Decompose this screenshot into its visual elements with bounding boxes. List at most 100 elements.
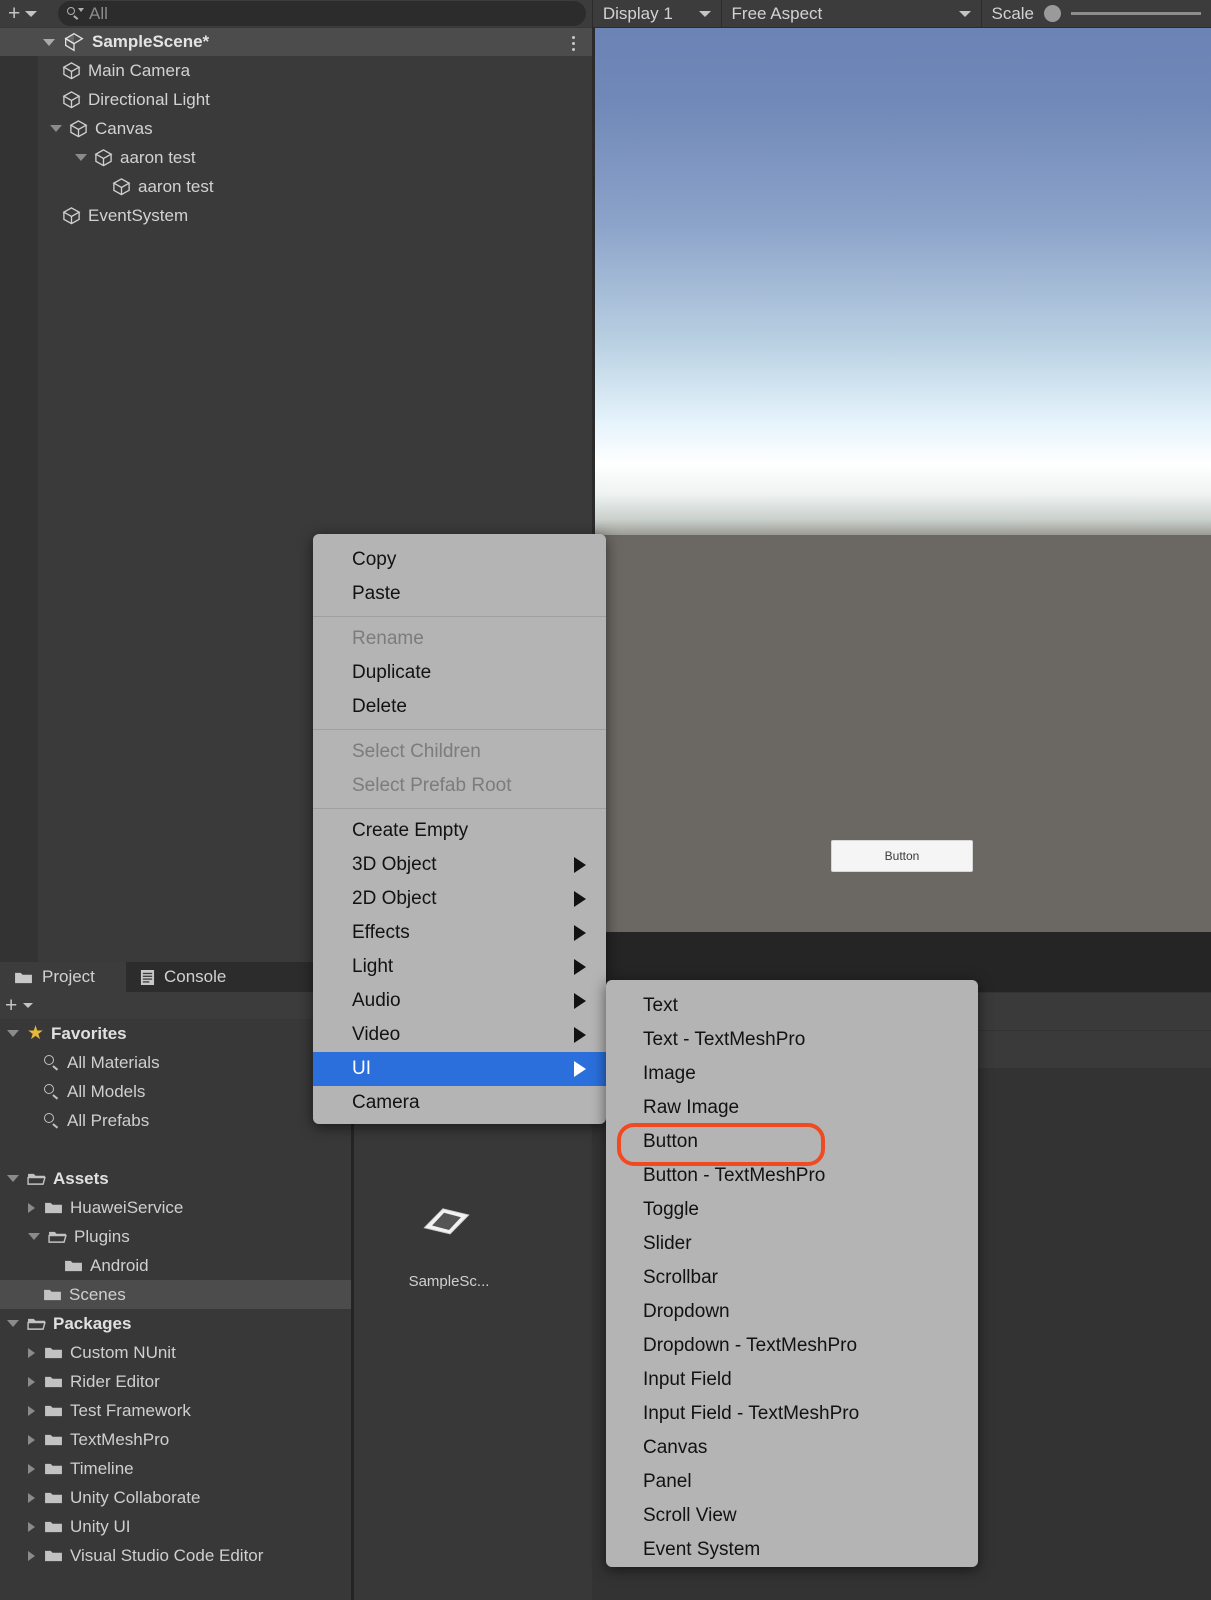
project-item-unity-ui[interactable]: Unity UI [0, 1512, 351, 1541]
submenu-item-button[interactable]: Button [606, 1125, 978, 1159]
context-menu[interactable]: Copy Paste Rename Duplicate Delete Select Chi… [313, 534, 606, 1124]
ui-button-in-scene[interactable]: Button [831, 840, 973, 872]
menu-item-video[interactable]: Video [313, 1018, 606, 1052]
hierarchy-item-main-camera[interactable]: Main Camera [38, 56, 592, 85]
submenu-item-dropdown[interactable]: Dropdown [606, 1295, 978, 1329]
hierarchy-item-eventsystem[interactable]: EventSystem [38, 201, 592, 230]
submenu-item-canvas[interactable]: Canvas [606, 1431, 978, 1465]
hierarchy-item-label: Canvas [95, 118, 153, 138]
submenu-item-dropdown---textmeshpro[interactable]: Dropdown - TextMeshPro [606, 1329, 978, 1363]
gameobject-cube-icon [62, 207, 81, 225]
chevron-right-icon[interactable] [28, 1434, 35, 1445]
submenu-item-raw-image[interactable]: Raw Image [606, 1091, 978, 1125]
hierarchy-item-aaron-test[interactable]: aaron test [38, 172, 592, 201]
project-item-textmeshpro[interactable]: TextMeshPro [0, 1425, 351, 1454]
display-dropdown-label: Display 1 [602, 3, 673, 23]
hierarchy-scene-row[interactable]: SampleScene* [0, 28, 592, 56]
project-item-all-models[interactable]: All Models [0, 1077, 351, 1106]
submenu-item-input-field---textmeshpro[interactable]: Input Field - TextMeshPro [606, 1397, 978, 1431]
kebab-menu-icon[interactable] [572, 36, 576, 54]
menu-item-delete[interactable]: Delete [313, 690, 606, 724]
submenu-item-panel[interactable]: Panel [606, 1465, 978, 1499]
submenu-item-text---textmeshpro[interactable]: Text - TextMeshPro [606, 1023, 978, 1057]
chevron-down-icon[interactable] [75, 154, 87, 161]
chevron-right-icon[interactable] [28, 1347, 35, 1358]
chevron-down-icon[interactable] [28, 1233, 40, 1240]
project-item-label: Unity UI [70, 1516, 131, 1536]
chevron-down-icon[interactable] [23, 1003, 34, 1008]
project-item-test-framework[interactable]: Test Framework [0, 1396, 351, 1425]
submenu-item-toggle[interactable]: Toggle [606, 1193, 978, 1227]
chevron-down-icon[interactable] [7, 1030, 19, 1037]
submenu-item-scrollbar[interactable]: Scrollbar [606, 1261, 978, 1295]
asset-item-label: SampleSc... [408, 1273, 490, 1290]
console-icon [140, 969, 155, 985]
hierarchy-item-directional-light[interactable]: Directional Light [38, 85, 592, 114]
submenu-item-scroll-view[interactable]: Scroll View [606, 1499, 978, 1533]
project-item-scenes[interactable]: Scenes [0, 1280, 351, 1309]
submenu-item-button---textmeshpro[interactable]: Button - TextMeshPro [606, 1159, 978, 1193]
aspect-dropdown[interactable]: Free Aspect [722, 0, 981, 27]
project-item-all-materials[interactable]: All Materials [0, 1048, 351, 1077]
menu-item-effects[interactable]: Effects [313, 916, 606, 950]
submenu-item-text[interactable]: Text [606, 989, 978, 1023]
search-icon [43, 1112, 60, 1129]
menu-item-label: Paste [352, 583, 401, 604]
chevron-right-icon[interactable] [28, 1405, 35, 1416]
ui-submenu[interactable]: Text Text - TextMeshPro Image Raw Image Butt… [606, 980, 978, 1567]
menu-item-light[interactable]: Light [313, 950, 606, 984]
menu-item-camera[interactable]: Camera [313, 1086, 606, 1120]
project-item-custom-nunit[interactable]: Custom NUnit [0, 1338, 351, 1367]
hierarchy-add-button[interactable]: + [4, 1, 50, 26]
hierarchy-search-input[interactable]: All [58, 1, 586, 26]
chevron-down-icon[interactable] [50, 125, 62, 132]
submenu-item-image[interactable]: Image [606, 1057, 978, 1091]
project-item-unity-collaborate[interactable]: Unity Collaborate [0, 1483, 351, 1512]
chevron-right-icon[interactable] [28, 1550, 35, 1561]
chevron-right-icon[interactable] [28, 1521, 35, 1532]
asset-item-samplescene[interactable]: SampleSc... [394, 1204, 504, 1290]
project-item-timeline[interactable]: Timeline [0, 1454, 351, 1483]
chevron-down-icon[interactable] [7, 1175, 19, 1182]
menu-item-audio[interactable]: Audio [313, 984, 606, 1018]
tab-console[interactable]: Console [126, 962, 313, 992]
skybox-gradient [595, 28, 1211, 535]
project-item-plugins[interactable]: Plugins [0, 1222, 351, 1251]
submenu-item-event-system[interactable]: Event System [606, 1533, 978, 1567]
menu-item-create-empty[interactable]: Create Empty [313, 814, 606, 848]
project-item-packages[interactable]: Packages [0, 1309, 351, 1338]
project-item-rider-editor[interactable]: Rider Editor [0, 1367, 351, 1396]
project-item-visual-studio-code-editor[interactable]: Visual Studio Code Editor [0, 1541, 351, 1570]
game-render-area[interactable]: Button [595, 28, 1211, 932]
chevron-right-icon[interactable] [28, 1463, 35, 1474]
menu-separator [313, 729, 606, 730]
chevron-right-icon[interactable] [28, 1492, 35, 1503]
plus-icon[interactable]: + [5, 995, 17, 1016]
tab-project[interactable]: Project [0, 962, 126, 992]
project-item-label: Plugins [74, 1226, 130, 1246]
scale-slider-track[interactable] [1071, 12, 1202, 15]
scale-slider-handle[interactable] [1044, 5, 1062, 22]
chevron-down-icon[interactable] [7, 1320, 19, 1327]
project-item-assets[interactable]: Assets [0, 1164, 351, 1193]
menu-item-paste[interactable]: Paste [313, 577, 606, 611]
menu-item-2d-object[interactable]: 2D Object [313, 882, 606, 916]
project-item-huaweiservice[interactable]: HuaweiService [0, 1193, 351, 1222]
project-item-favorites[interactable]: ★ Favorites [0, 1019, 351, 1048]
project-item-all-prefabs[interactable]: All Prefabs [0, 1106, 351, 1135]
menu-item-3d-object[interactable]: 3D Object [313, 848, 606, 882]
submenu-item-input-field[interactable]: Input Field [606, 1363, 978, 1397]
hierarchy-item-canvas[interactable]: Canvas [38, 114, 592, 143]
chevron-right-icon[interactable] [28, 1376, 35, 1387]
display-dropdown[interactable]: Display 1 [593, 0, 721, 27]
menu-item-ui[interactable]: UI [313, 1052, 606, 1086]
chevron-right-icon[interactable] [28, 1202, 35, 1213]
hierarchy-item-aaron-test[interactable]: aaron test [38, 143, 592, 172]
chevron-right-icon [574, 891, 586, 907]
menu-item-duplicate[interactable]: Duplicate [313, 656, 606, 690]
menu-item-copy[interactable]: Copy [313, 543, 606, 577]
scale-slider-group[interactable]: Scale [981, 0, 1211, 27]
submenu-item-slider[interactable]: Slider [606, 1227, 978, 1261]
chevron-down-icon[interactable] [43, 38, 55, 46]
project-item-android[interactable]: Android [0, 1251, 351, 1280]
